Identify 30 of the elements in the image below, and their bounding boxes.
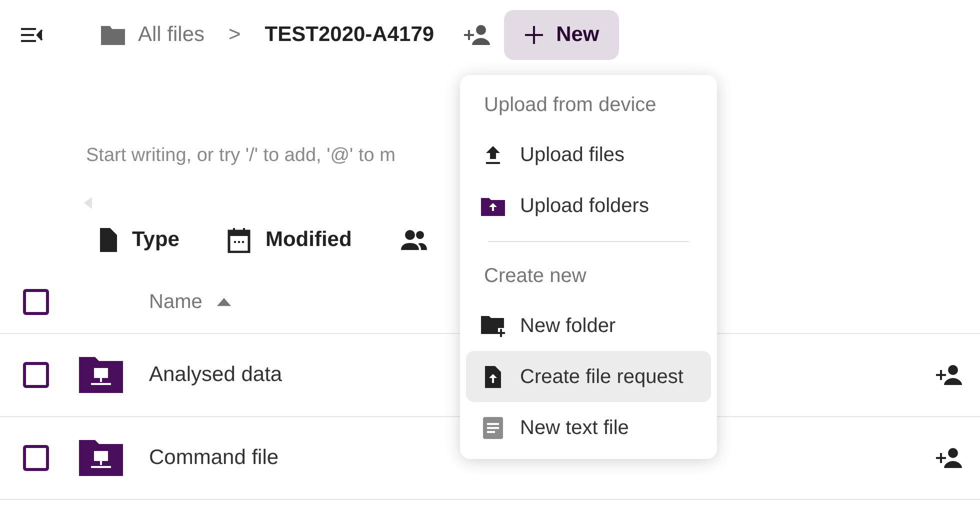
menu-icon[interactable] [20,26,44,44]
breadcrumb-separator: > [228,22,241,48]
menu-section-heading: Create new [484,264,586,289]
people-icon [400,229,428,251]
sort-ascending-icon[interactable] [216,296,232,306]
filter-button[interactable]: Type [132,224,180,256]
column-header[interactable]: Name [149,286,202,316]
checkbox[interactable] [23,445,49,471]
folder-plus-icon [480,314,506,338]
file-name[interactable]: Analysed data [149,359,282,391]
file-upload-icon [483,364,503,388]
new-button[interactable]: New [504,10,620,60]
menu-item[interactable]: Create file request [466,351,711,402]
plus-icon [524,25,544,45]
add-person-icon[interactable] [462,23,492,47]
checkbox[interactable] [23,288,49,314]
calendar-icon [227,227,252,253]
breadcrumb-link[interactable]: All files [138,19,205,51]
file-name[interactable]: Command file [149,442,279,474]
share-icon[interactable] [934,446,964,470]
file-icon [98,227,118,253]
shared-folder-icon [77,355,125,395]
checkbox[interactable] [23,362,49,388]
text-file-icon [482,416,504,440]
shared-folder-icon [77,438,125,478]
breadcrumb-current: TEST2020-A4179 [264,22,434,48]
folder-icon [100,24,126,46]
filter-button[interactable]: Modified [265,224,352,256]
share-icon[interactable] [934,363,964,387]
menu-section-heading: Upload from device [484,93,656,118]
